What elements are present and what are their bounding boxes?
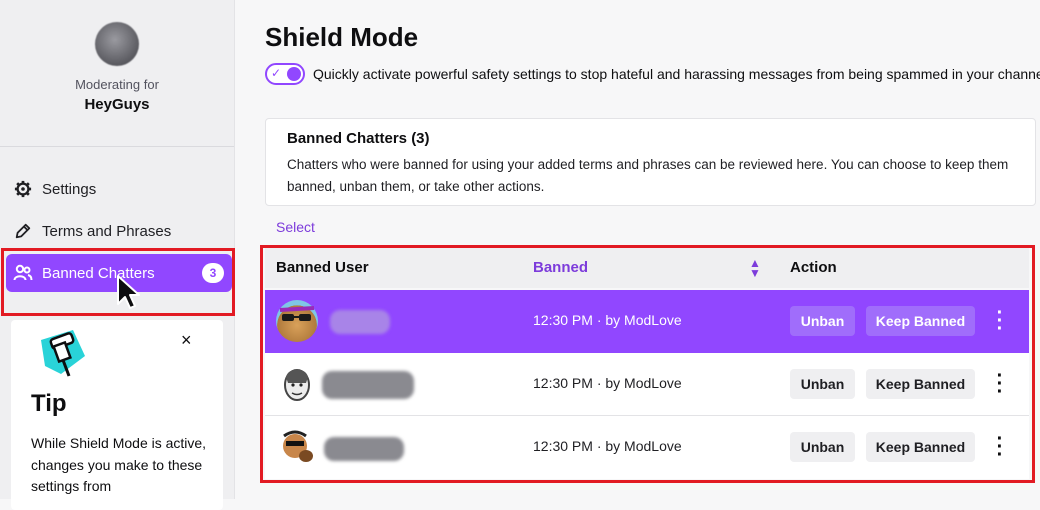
sidebar-item-label: Settings bbox=[42, 180, 97, 198]
channel-name: HeyGuys bbox=[84, 96, 150, 113]
shield-mode-toggle[interactable]: ✓ bbox=[265, 63, 305, 85]
card-description: Chatters who were banned for using your … bbox=[287, 157, 1009, 194]
channel-avatar bbox=[95, 22, 139, 66]
pencil-icon bbox=[12, 220, 34, 242]
card-title: Banned Chatters (3) bbox=[287, 130, 430, 147]
sidebar-item-terms[interactable]: Terms and Phrases bbox=[6, 212, 232, 250]
toggle-knob bbox=[287, 67, 301, 81]
banned-chatters-card: Banned Chatters (3) Chatters who were ba… bbox=[265, 118, 1036, 206]
close-icon[interactable]: × bbox=[181, 330, 192, 351]
highlight-box-table bbox=[260, 245, 1035, 483]
select-link[interactable]: Select bbox=[276, 219, 315, 235]
sidebar-item-label: Terms and Phrases bbox=[42, 222, 172, 240]
sidebar-divider bbox=[0, 146, 234, 147]
check-icon: ✓ bbox=[271, 66, 282, 80]
tip-title: Tip bbox=[31, 390, 67, 417]
pushpin-icon bbox=[35, 326, 91, 382]
gear-icon bbox=[12, 178, 34, 200]
mouse-cursor-icon bbox=[117, 275, 140, 309]
tip-card: × Tip While Shield Mode is active, chang… bbox=[11, 320, 223, 510]
sidebar-item-settings[interactable]: Settings bbox=[6, 170, 232, 208]
page-title: Shield Mode bbox=[265, 22, 419, 52]
shield-mode-description: Quickly activate powerful safety setting… bbox=[313, 66, 1040, 82]
tip-body: While Shield Mode is active, changes you… bbox=[31, 435, 207, 494]
moderating-for-label: Moderating for bbox=[75, 77, 159, 92]
